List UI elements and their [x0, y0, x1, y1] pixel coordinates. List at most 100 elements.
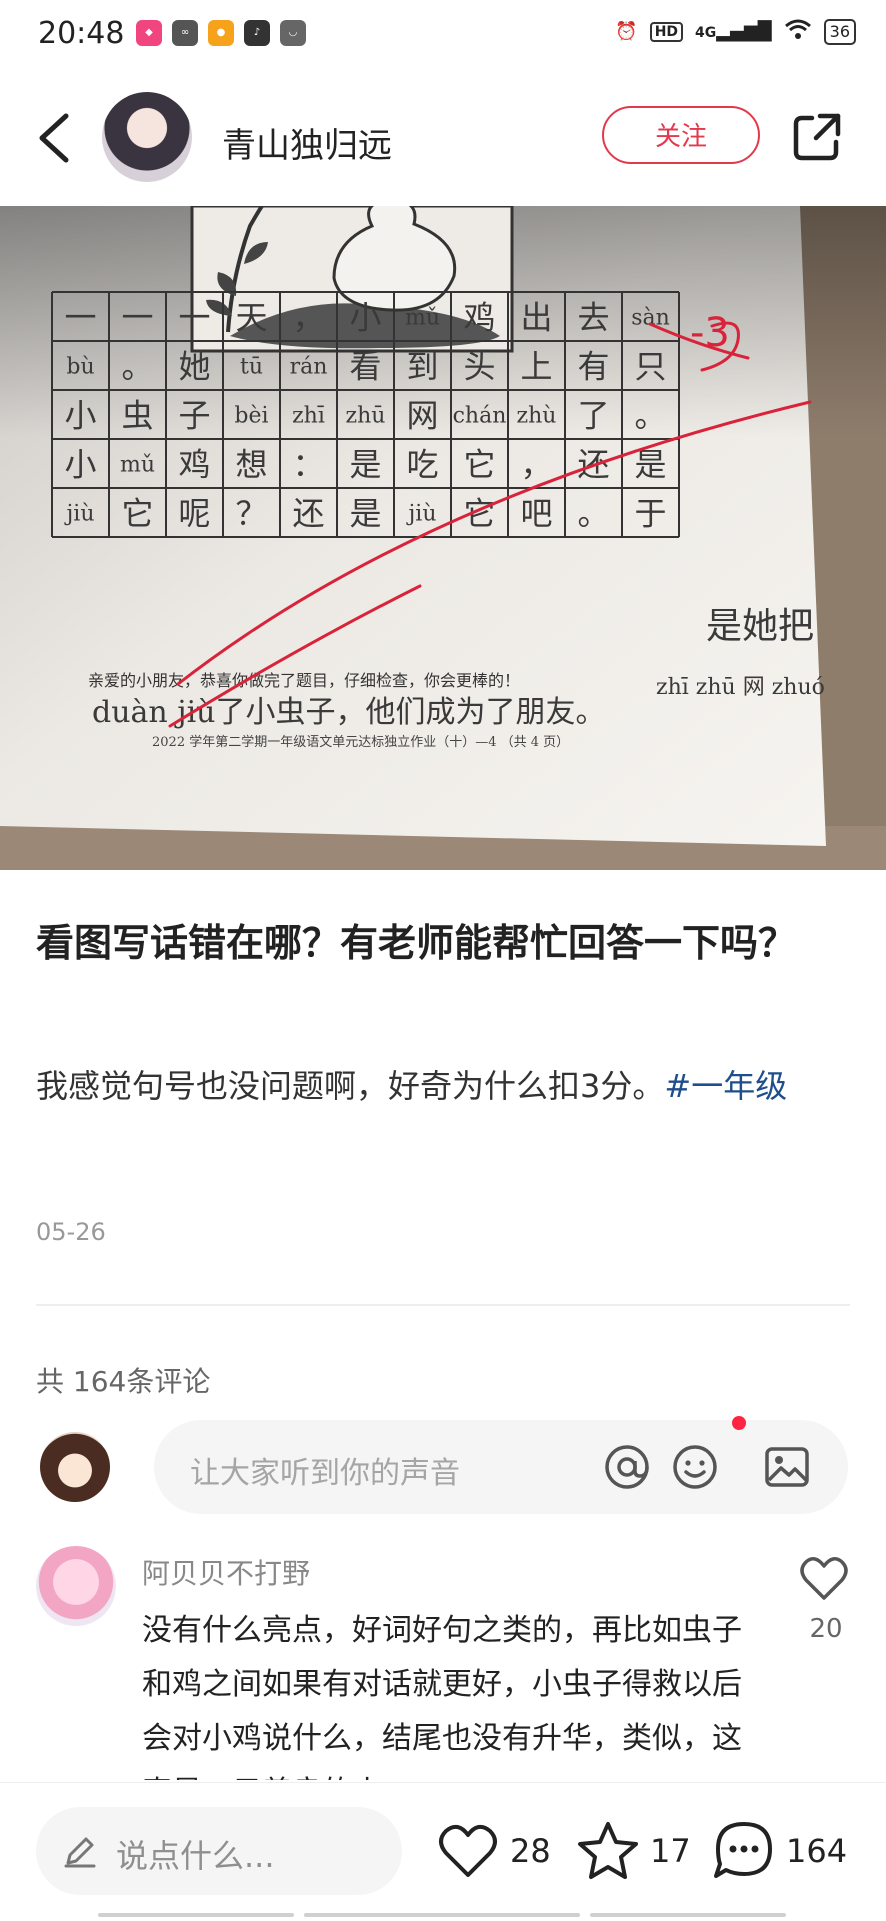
- grid-cell-char: 吃: [406, 446, 438, 484]
- comment-input-placeholder: 让大家听到你的声音: [190, 1456, 460, 1491]
- commenter-name[interactable]: 阿贝贝不打野: [142, 1552, 310, 1592]
- grid-cell-char: 想: [235, 446, 267, 484]
- grid-cell-char: ，: [520, 446, 552, 484]
- star-icon: [578, 1822, 638, 1879]
- grid-cell-char: 到: [406, 348, 438, 386]
- hd-icon: HD: [649, 21, 684, 42]
- grid-cell-char: 。: [121, 348, 153, 386]
- post-description: 我感觉句号也没问题啊，好奇为什么扣3分。#一年级: [36, 1058, 856, 1114]
- score-deduction-mark: -3: [690, 310, 730, 356]
- status-time: 20:48: [38, 16, 125, 51]
- grid-cell-char: 。: [577, 495, 609, 533]
- grid-cell-char: 鸡: [463, 299, 495, 337]
- grid-cell-char: 小: [64, 397, 96, 435]
- mention-icon[interactable]: [602, 1442, 652, 1492]
- grid-cell-char: 一: [178, 299, 210, 337]
- alarm-icon: ⏰: [615, 21, 638, 42]
- worksheet-footer: 2022 学年第二学期一年级语文单元达标独立作业（十）—4 （共 4 页）: [152, 734, 569, 750]
- grid-cell-char: jiù: [63, 502, 94, 527]
- comment-like-heart-icon[interactable]: [798, 1554, 850, 1602]
- pencil-icon: [64, 1837, 96, 1868]
- grid-cell-char: 了: [577, 397, 609, 435]
- author-name[interactable]: 青山独归远: [222, 118, 392, 167]
- app-notification-icon: ●: [208, 20, 234, 46]
- home-indicator: [590, 1913, 786, 1917]
- overflow-pinyin: zhī zhū 网 zhuó: [656, 675, 825, 700]
- grid-cell-char: 她: [178, 348, 210, 386]
- grid-cell-char: bèi: [234, 404, 268, 429]
- grid-cell-char: ：: [292, 446, 324, 484]
- post-body: 我感觉句号也没问题啊，好奇为什么扣3分。: [36, 1067, 665, 1105]
- grid-cell-char: tū: [240, 355, 263, 380]
- collect-button[interactable]: 17: [576, 1813, 691, 1889]
- grid-cell-char: 只: [634, 348, 666, 386]
- notification-icons: ◆ ∞ ● ♪ ◡: [136, 20, 306, 46]
- grid-cell-char: 虫: [121, 397, 153, 435]
- bottom-action-bar: 说点什么... 28 17 164: [0, 1782, 886, 1921]
- grid-cell-char: 子: [178, 397, 210, 435]
- like-button[interactable]: 28: [436, 1813, 551, 1889]
- grid-cell-char: zhù: [517, 404, 557, 429]
- emoji-icon[interactable]: [670, 1442, 720, 1492]
- grid-cell-char: ？: [235, 495, 267, 533]
- worksheet-photo: 一一一天，小 mǔ 鸡出去 sànbù。她 tū rán 看到头上有只小虫子 bèi zhī zh…: [0, 206, 886, 870]
- grid-cell-char: mǔ: [120, 453, 155, 478]
- post-image[interactable]: 一一一天，小 mǔ 鸡出去 sàn bù。她 tū rán 看到头上有只小虫子 bèi zhī zh…: [0, 206, 886, 870]
- grid-cell-char: mǔ: [405, 306, 440, 331]
- status-right: ⏰ HD 4G▂▄▆█ 36: [615, 18, 856, 45]
- grid-cell-char: 去: [577, 299, 609, 337]
- topic-tag[interactable]: #一年级: [664, 1067, 787, 1105]
- emoji-new-dot: [732, 1416, 746, 1430]
- comment-count: 共 164条评论: [36, 1365, 211, 1398]
- grid-cell-char: 天: [235, 299, 267, 337]
- grid-cell-char: 呢: [178, 495, 210, 533]
- grid-cell-char: 吧: [520, 495, 552, 533]
- grid-cell-char: 小: [349, 299, 381, 337]
- wifi-icon: [784, 18, 812, 45]
- image-icon[interactable]: [762, 1442, 812, 1492]
- follow-button[interactable]: 关注: [602, 106, 760, 164]
- comment-input[interactable]: 让大家听到你的声音: [154, 1416, 848, 1514]
- grid-cell-char: 还: [292, 495, 324, 533]
- encourage-text: 亲爱的小朋友，恭喜你做完了题目，仔细检查，你会更棒的！: [88, 671, 520, 690]
- grid-cell-char: bù: [66, 355, 94, 380]
- author-avatar[interactable]: [102, 92, 192, 182]
- comment-text: 没有什么亮点，好词好句之类的，再比如虫子和鸡之间如果有对话就更好，小虫子得救以后…: [142, 1613, 742, 1780]
- grid-cell-char: zhī: [292, 404, 325, 429]
- my-avatar: [40, 1432, 110, 1502]
- grid-cell-char: ，: [292, 299, 324, 337]
- grid-cell-char: zhū: [346, 404, 386, 429]
- app-notification-icon: ◆: [136, 20, 162, 46]
- grid-cell-char: 。: [634, 397, 666, 435]
- grid-cell-char: rán: [290, 355, 328, 380]
- share-icon[interactable]: [790, 110, 844, 164]
- grid-cell-char: 它: [463, 446, 495, 484]
- app-notification-icon: ∞: [172, 20, 198, 46]
- comment-button[interactable]: 164: [712, 1813, 847, 1889]
- back-arrow-icon[interactable]: [30, 110, 80, 166]
- overflow-text: 是她把: [706, 606, 814, 647]
- comment-bubble-icon: [714, 1822, 772, 1878]
- collect-count: 17: [650, 1832, 691, 1870]
- grid-cell-char: 是: [349, 446, 381, 484]
- grid-cell-char: 头: [463, 348, 495, 386]
- app-notification-icon: ◡: [280, 20, 306, 46]
- home-indicator: [304, 1913, 580, 1917]
- grid-cell-char: 于: [634, 495, 666, 533]
- post-header: 青山独归远 关注: [0, 70, 886, 206]
- say-something-placeholder: 说点什么...: [116, 1837, 275, 1875]
- continued-text: duàn jiù了小虫子，他们成为了朋友。: [92, 695, 606, 730]
- signal-icon: 4G▂▄▆█: [695, 21, 772, 42]
- commenter-avatar[interactable]: [36, 1546, 116, 1626]
- status-bar: 20:48 ◆ ∞ ● ♪ ◡ ⏰ HD 4G▂▄▆█ 36: [0, 0, 886, 70]
- comment-like-count: 20: [809, 1614, 843, 1644]
- post-date: 05-26: [36, 1218, 106, 1246]
- grid-cell-char: jiù: [405, 502, 436, 527]
- heart-icon: [439, 1824, 497, 1877]
- grid-cell-char: 有: [577, 348, 609, 386]
- comment-total-count: 164: [786, 1832, 848, 1870]
- app-notification-icon: ♪: [244, 20, 270, 46]
- say-something-input[interactable]: 说点什么...: [36, 1807, 402, 1895]
- home-indicator: [98, 1913, 294, 1917]
- post-title: 看图写话错在哪？有老师能帮忙回答一下吗？: [36, 921, 797, 965]
